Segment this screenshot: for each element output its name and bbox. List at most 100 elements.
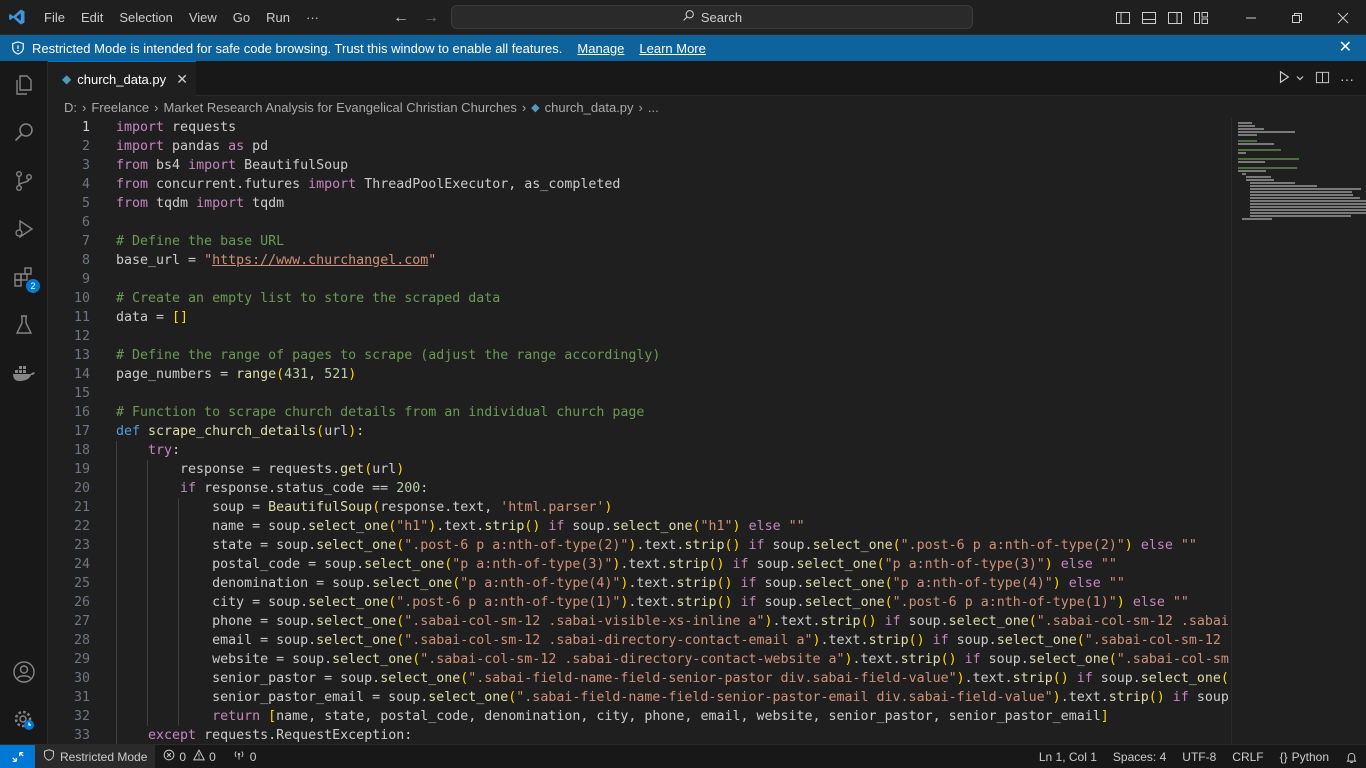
manage-link[interactable]: Manage: [577, 41, 624, 56]
code-line[interactable]: 28 email = soup.select_one(".sabai-col-s…: [48, 631, 1231, 650]
code-line[interactable]: 18 try:: [48, 441, 1231, 460]
toggle-primary-sidebar-icon[interactable]: [1110, 0, 1136, 35]
code-line[interactable]: 4 from concurrent.futures import ThreadPo…: [48, 175, 1231, 194]
code-line[interactable]: 8 base_url = "https://www.churchangel.com…: [48, 251, 1231, 270]
more-actions-icon[interactable]: ···: [1340, 71, 1354, 87]
code-line[interactable]: 3 from bs4 import BeautifulSoup: [48, 156, 1231, 175]
remote-indicator-icon[interactable]: [0, 744, 35, 768]
code-line[interactable]: 14 page_numbers = range(431, 521): [48, 365, 1231, 384]
breadcrumb-symbols[interactable]: ...: [648, 100, 659, 115]
code-line[interactable]: 25 denomination = soup.select_one("p a:n…: [48, 574, 1231, 593]
code-text: soup = BeautifulSoup(response.text, 'htm…: [116, 500, 613, 515]
notifications-bell-icon[interactable]: [1337, 745, 1366, 768]
line-number: 17: [73, 424, 90, 439]
docker-icon[interactable]: [0, 349, 48, 397]
code-line[interactable]: 16 # Function to scrape church details fr…: [48, 403, 1231, 422]
code-line[interactable]: 5 from tqdm import tqdm: [48, 194, 1231, 213]
code-line[interactable]: 17 def scrape_church_details(url):: [48, 422, 1231, 441]
code-line[interactable]: 29 website = soup.select_one(".sabai-col…: [48, 650, 1231, 669]
menu-edit[interactable]: Edit: [73, 0, 111, 35]
menu-file[interactable]: File: [36, 0, 73, 35]
source-control-icon[interactable]: [0, 157, 48, 205]
restricted-mode-status[interactable]: Restricted Mode: [35, 744, 156, 768]
minimap[interactable]: [1231, 118, 1366, 744]
code-line[interactable]: 22 name = soup.select_one("h1").text.str…: [48, 517, 1231, 536]
end-of-line[interactable]: CRLF: [1224, 745, 1271, 768]
menu-more[interactable]: ···: [298, 0, 327, 35]
code-editor[interactable]: 1 import requests 2 import pandas as pd 3 fro…: [48, 118, 1231, 744]
menu-go[interactable]: Go: [225, 0, 258, 35]
code-line[interactable]: 21 soup = BeautifulSoup(response.text, '…: [48, 498, 1231, 517]
close-icon[interactable]: ✕: [1339, 39, 1352, 57]
testing-icon[interactable]: [0, 301, 48, 349]
code-text: phone = soup.select_one(".sabai-col-sm-1…: [116, 614, 1231, 629]
close-tab-icon[interactable]: ✕: [176, 71, 188, 88]
toggle-panel-icon[interactable]: [1136, 0, 1162, 35]
menu-run[interactable]: Run: [258, 0, 298, 35]
split-editor-icon[interactable]: [1315, 70, 1330, 88]
line-number: 24: [73, 557, 90, 572]
language-mode[interactable]: {} Python: [1272, 745, 1337, 768]
forward-arrow-icon[interactable]: →: [422, 9, 440, 27]
chevron-down-icon[interactable]: [1295, 71, 1305, 86]
minimap-line: [1238, 140, 1257, 142]
customize-layout-icon[interactable]: [1188, 0, 1214, 35]
toggle-secondary-sidebar-icon[interactable]: [1162, 0, 1188, 35]
breadcrumb-folder-market-research[interactable]: Market Research Analysis for Evangelical…: [164, 100, 517, 115]
code-line[interactable]: 30 senior_pastor = soup.select_one(".sab…: [48, 669, 1231, 688]
line-number: 8: [81, 253, 90, 268]
code-line[interactable]: 19 response = requests.get(url): [48, 460, 1231, 479]
code-text: return [name, state, postal_code, denomi…: [212, 709, 1109, 724]
ports-status[interactable]: 0: [224, 745, 265, 768]
warning-count: 0: [209, 749, 216, 764]
code-line[interactable]: 33 except requests.RequestException:: [48, 726, 1231, 744]
minimize-icon[interactable]: [1228, 0, 1274, 35]
code-line[interactable]: 13 # Define the range of pages to scrape …: [48, 346, 1231, 365]
manage-gear-icon[interactable]: [0, 696, 48, 744]
code-line[interactable]: 26 city = soup.select_one(".post-6 p a:n…: [48, 593, 1231, 612]
line-number: 14: [73, 367, 90, 382]
line-number: 21: [73, 500, 90, 515]
run-and-debug-icon[interactable]: [0, 205, 48, 253]
explorer-icon[interactable]: [0, 61, 48, 109]
code-line[interactable]: 27 phone = soup.select_one(".sabai-col-s…: [48, 612, 1231, 631]
code-line[interactable]: 24 postal_code = soup.select_one("p a:nt…: [48, 555, 1231, 574]
minimap-line: [1238, 131, 1295, 133]
python-file-icon: ◆: [62, 72, 72, 86]
minimap-line: [1250, 209, 1366, 211]
code-line[interactable]: 10 # Create an empty list to store the sc…: [48, 289, 1231, 308]
encoding[interactable]: UTF-8: [1174, 745, 1224, 768]
code-line[interactable]: 23 state = soup.select_one(".post-6 p a:…: [48, 536, 1231, 555]
cursor-position[interactable]: Ln 1, Col 1: [1031, 745, 1105, 768]
learn-more-link[interactable]: Learn More: [639, 41, 705, 56]
code-line[interactable]: 6: [48, 213, 1231, 232]
search-view-icon[interactable]: [0, 109, 48, 157]
code-line[interactable]: 9: [48, 270, 1231, 289]
breadcrumb-folder-freelance[interactable]: Freelance: [91, 100, 149, 115]
code-line[interactable]: 11 data = []: [48, 308, 1231, 327]
command-center-search[interactable]: Search: [451, 5, 973, 29]
code-line[interactable]: 12: [48, 327, 1231, 346]
problems-status[interactable]: 0 0: [155, 745, 223, 768]
code-line[interactable]: 7 # Define the base URL: [48, 232, 1231, 251]
vscode-logo-icon: [0, 0, 34, 35]
menu-selection[interactable]: Selection: [111, 0, 180, 35]
breadcrumb-drive[interactable]: D:: [64, 100, 77, 115]
code-line[interactable]: 20 if response.status_code == 200:: [48, 479, 1231, 498]
breadcrumb-file[interactable]: church_data.py: [545, 100, 634, 115]
code-line[interactable]: 15: [48, 384, 1231, 403]
tab-church-data-py[interactable]: ◆ church_data.py ✕: [48, 61, 196, 96]
accounts-icon[interactable]: [0, 648, 48, 696]
code-line[interactable]: 31 senior_pastor_email = soup.select_one…: [48, 688, 1231, 707]
run-python-file-icon[interactable]: [1277, 70, 1291, 87]
menu-view[interactable]: View: [181, 0, 225, 35]
indentation[interactable]: Spaces: 4: [1105, 745, 1174, 768]
code-line[interactable]: 32 return [name, state, postal_code, den…: [48, 707, 1231, 726]
restore-icon[interactable]: [1274, 0, 1320, 35]
code-line[interactable]: 2 import pandas as pd: [48, 137, 1231, 156]
extensions-icon[interactable]: 2: [0, 253, 48, 301]
close-window-icon[interactable]: [1320, 0, 1366, 35]
code-line[interactable]: 1 import requests: [48, 118, 1231, 137]
back-arrow-icon[interactable]: ←: [392, 9, 410, 27]
line-number: 32: [73, 709, 90, 724]
